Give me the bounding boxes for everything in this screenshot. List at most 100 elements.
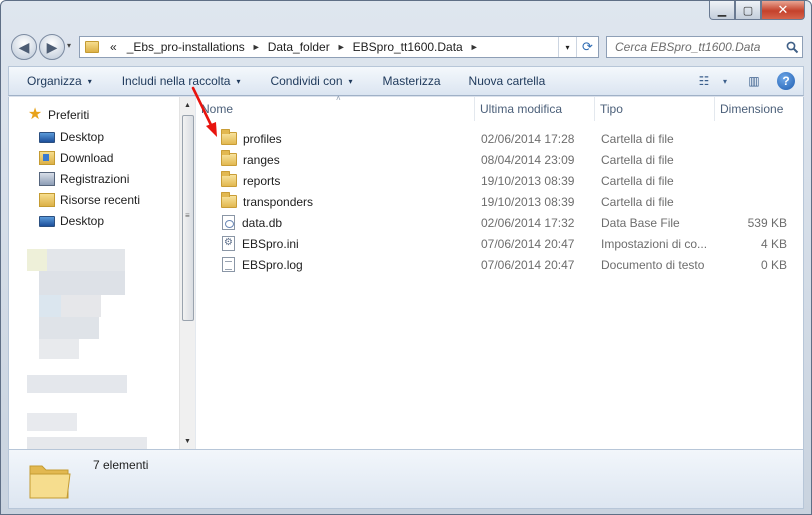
organize-menu[interactable]: Organizza ▾ bbox=[9, 74, 106, 88]
address-dropdown-icon[interactable]: ▾ bbox=[558, 37, 576, 57]
sidebar-item-favorites[interactable]: ★ Preferiti bbox=[27, 106, 90, 123]
file-name: profiles bbox=[243, 131, 282, 146]
file-name: EBSpro.log bbox=[242, 257, 303, 272]
folder-icon bbox=[221, 129, 237, 145]
file-name: ranges bbox=[243, 152, 280, 167]
file-list: ˄ Nome Ultima modifica Tipo Dimensione p… bbox=[196, 94, 803, 449]
navigation-scrollbar[interactable]: ▲ ≡ ▼ bbox=[179, 97, 195, 449]
file-size bbox=[715, 128, 787, 149]
column-header-type[interactable]: Tipo bbox=[595, 97, 715, 121]
toolbar-right: ☷ ▾ ▥ ? bbox=[691, 67, 799, 95]
file-modified: 08/04/2014 23:09 bbox=[481, 152, 575, 167]
refresh-icon[interactable]: ⟳ bbox=[576, 37, 598, 57]
file-type: Cartella di file bbox=[601, 152, 674, 167]
column-header-label: Ultima modifica bbox=[480, 102, 563, 116]
share-label: Condividi con bbox=[270, 74, 343, 88]
burn-button[interactable]: Masterizza bbox=[367, 74, 455, 88]
file-row[interactable]: EBSpro.log 07/06/2014 20:47 Documento di… bbox=[196, 254, 796, 275]
file-row[interactable]: transponders 19/10/2013 08:39 Cartella d… bbox=[196, 191, 796, 212]
include-label: Includi nella raccolta bbox=[121, 74, 231, 88]
sidebar-item-label: Risorse recenti bbox=[60, 193, 141, 207]
breadcrumb-item[interactable]: Data_folder bbox=[263, 40, 335, 54]
database-file-icon bbox=[222, 215, 235, 230]
column-header-modified[interactable]: Ultima modifica bbox=[475, 97, 595, 121]
scroll-down-icon[interactable]: ▼ bbox=[180, 433, 195, 449]
search-icon[interactable] bbox=[782, 41, 802, 54]
chevron-down-icon: ▾ bbox=[87, 76, 92, 86]
sidebar-item-download[interactable]: Download bbox=[39, 151, 113, 165]
view-options-chevron-icon[interactable]: ▾ bbox=[717, 70, 733, 92]
column-header-name[interactable]: ˄ Nome bbox=[196, 94, 475, 121]
new-folder-label: Nuova cartella bbox=[468, 74, 546, 88]
include-in-library-menu[interactable]: Includi nella raccolta ▾ bbox=[106, 74, 255, 88]
sidebar-item-desktop[interactable]: Desktop bbox=[39, 130, 104, 144]
file-type: Cartella di file bbox=[601, 173, 674, 188]
address-bar[interactable]: « _Ebs_pro-installations ► Data_folder ►… bbox=[79, 36, 599, 58]
file-size bbox=[715, 170, 787, 191]
star-icon: ★ bbox=[27, 106, 43, 123]
breadcrumb-separator-icon[interactable]: ► bbox=[250, 42, 263, 52]
file-name: EBSpro.ini bbox=[242, 236, 299, 251]
file-row[interactable]: profiles 02/06/2014 17:28 Cartella di fi… bbox=[196, 128, 796, 149]
file-name-cell: profiles bbox=[221, 128, 282, 149]
help-button[interactable]: ? bbox=[773, 70, 799, 92]
change-view-icon[interactable]: ☷ bbox=[691, 70, 717, 92]
share-with-menu[interactable]: Condividi con ▾ bbox=[254, 74, 366, 88]
breadcrumb-overflow[interactable]: « bbox=[105, 40, 122, 54]
file-size: 539 KB bbox=[747, 215, 787, 230]
file-row[interactable]: data.db 02/06/2014 17:32 Data Base File … bbox=[196, 212, 796, 233]
file-row[interactable]: EBSpro.ini 07/06/2014 20:47 Impostazioni… bbox=[196, 233, 796, 254]
preview-pane-icon[interactable]: ▥ bbox=[741, 70, 767, 92]
sidebar-item-label: Preferiti bbox=[48, 108, 90, 122]
file-type: Cartella di file bbox=[601, 131, 674, 146]
file-name: reports bbox=[243, 173, 281, 188]
scrollbar-thumb[interactable]: ≡ bbox=[182, 115, 194, 321]
sidebar-item-desktop-2[interactable]: Desktop bbox=[39, 214, 104, 228]
minimize-button[interactable]: ▁ bbox=[709, 1, 735, 20]
column-header-label: Nome bbox=[201, 102, 234, 116]
file-size bbox=[715, 149, 787, 170]
breadcrumb-item[interactable]: EBSpro_tt1600.Data bbox=[348, 40, 468, 54]
item-count: 7 elementi bbox=[93, 458, 149, 472]
text-file-icon bbox=[222, 257, 235, 272]
explorer-window: ▁ ▢ ✕ ◀ ▶ ▾ « _Ebs_pro-installations ► D… bbox=[0, 0, 812, 515]
details-pane: 7 elementi bbox=[8, 449, 804, 509]
folder-icon bbox=[221, 171, 237, 187]
folder-icon bbox=[221, 192, 237, 208]
chevron-down-icon: ▾ bbox=[348, 76, 353, 86]
breadcrumb-item[interactable]: _Ebs_pro-installations bbox=[122, 40, 250, 54]
file-name-cell: ranges bbox=[221, 149, 280, 170]
file-name-cell: reports bbox=[221, 170, 280, 191]
maximize-button[interactable]: ▢ bbox=[735, 1, 761, 20]
content-area: ★ Preferiti Desktop Download Registrazio… bbox=[8, 94, 804, 449]
file-name: data.db bbox=[242, 215, 283, 230]
sidebar-item-recordings[interactable]: Registrazioni bbox=[39, 172, 129, 186]
breadcrumb-separator-icon[interactable]: ► bbox=[468, 42, 481, 52]
organize-label: Organizza bbox=[27, 74, 82, 88]
file-name: transponders bbox=[243, 194, 314, 209]
caption-buttons: ▁ ▢ ✕ bbox=[709, 1, 805, 20]
file-size: 4 KB bbox=[760, 236, 787, 251]
column-header-label: Tipo bbox=[600, 102, 623, 116]
forward-button[interactable]: ▶ bbox=[39, 34, 65, 60]
scroll-up-icon[interactable]: ▲ bbox=[180, 97, 195, 113]
sidebar-item-label: Desktop bbox=[60, 214, 105, 228]
file-modified: 07/06/2014 20:47 bbox=[481, 236, 575, 251]
sidebar-item-recent-places[interactable]: Risorse recenti bbox=[39, 193, 140, 207]
file-type: Impostazioni di co... bbox=[601, 236, 708, 251]
folder-icon bbox=[85, 41, 99, 53]
file-row[interactable]: reports 19/10/2013 08:39 Cartella di fil… bbox=[196, 170, 796, 191]
burn-label: Masterizza bbox=[382, 74, 441, 88]
recent-places-icon bbox=[39, 193, 55, 207]
recent-pages-dropdown[interactable]: ▾ bbox=[67, 41, 71, 50]
close-button[interactable]: ✕ bbox=[761, 1, 805, 20]
search-input[interactable] bbox=[607, 40, 782, 54]
file-type: Data Base File bbox=[601, 215, 680, 230]
column-header-size[interactable]: Dimensione bbox=[715, 97, 795, 121]
desktop-icon bbox=[39, 131, 55, 143]
back-button[interactable]: ◀ bbox=[11, 34, 37, 60]
file-modified: 02/06/2014 17:28 bbox=[481, 131, 575, 146]
file-row[interactable]: ranges 08/04/2014 23:09 Cartella di file bbox=[196, 149, 796, 170]
new-folder-button[interactable]: Nuova cartella bbox=[455, 74, 560, 88]
breadcrumb-separator-icon[interactable]: ► bbox=[335, 42, 348, 52]
